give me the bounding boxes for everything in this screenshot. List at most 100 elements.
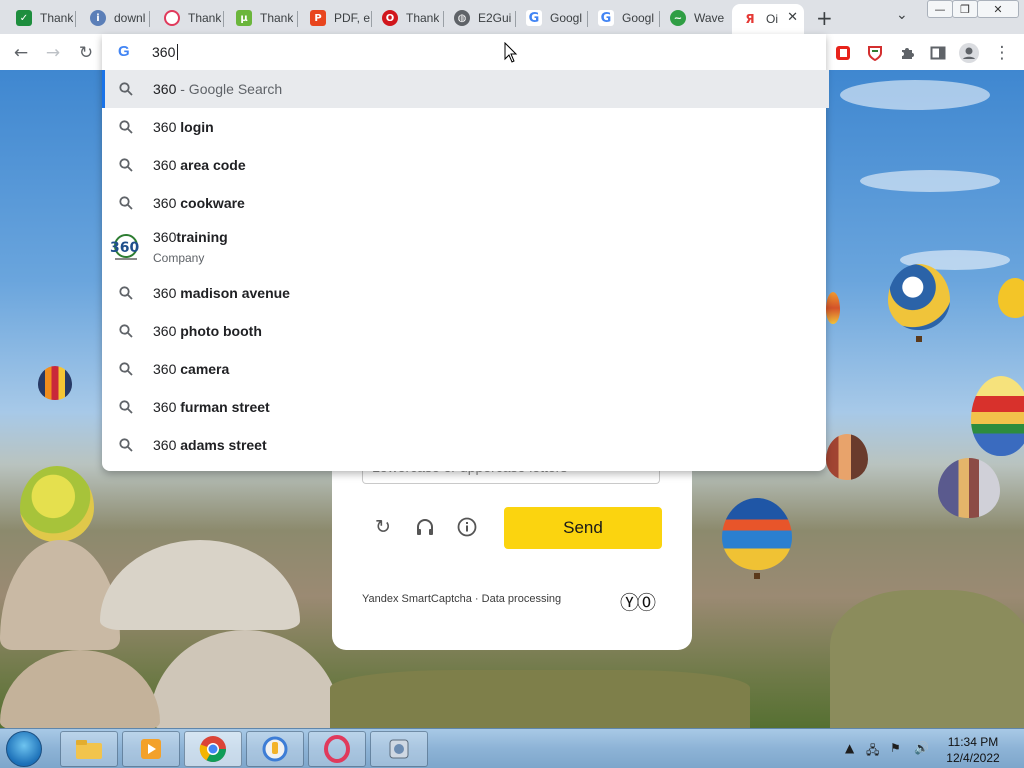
google-icon: G xyxy=(598,10,614,26)
browser-tab[interactable]: ✓ Thank xyxy=(6,4,76,32)
tab-title: Thank xyxy=(406,11,440,25)
system-clock[interactable]: 11:34 PM 12/4/2022 xyxy=(942,734,1004,766)
extension-red-icon[interactable] xyxy=(832,42,854,64)
media-player-taskbar-button[interactable] xyxy=(122,731,180,767)
suggestion-row[interactable]: 360 madison avenue xyxy=(102,274,826,312)
opera-icon xyxy=(164,10,180,26)
chevron-down-icon[interactable]: ⌄ xyxy=(896,7,908,23)
clock-date: 12/4/2022 xyxy=(946,751,1000,765)
hot-air-balloon xyxy=(826,292,840,324)
file-explorer-taskbar-button[interactable] xyxy=(60,731,118,767)
clock-time: 11:34 PM xyxy=(947,735,999,749)
browser-tab[interactable]: µ Thank xyxy=(226,4,298,32)
wave-icon: ~ xyxy=(670,10,686,26)
search-icon xyxy=(119,82,133,96)
minimize-button[interactable]: — xyxy=(927,0,953,18)
cloud xyxy=(840,80,990,110)
google-icon: G xyxy=(118,43,130,60)
network-icon[interactable]: 🖧 xyxy=(866,741,879,762)
show-hidden-icons-icon[interactable]: ▲ xyxy=(845,741,854,755)
tab-title: Oi xyxy=(766,12,778,26)
start-button[interactable] xyxy=(6,731,42,767)
extension-shield-icon[interactable] xyxy=(864,42,886,64)
profile-avatar-icon[interactable] xyxy=(958,42,980,64)
hot-air-balloon xyxy=(888,264,950,330)
search-icon xyxy=(119,158,133,172)
browser-tab[interactable]: G Googl xyxy=(588,4,660,32)
captcha-card: Lowercase or uppercase letters ↻ Send Ya… xyxy=(332,460,692,650)
address-bar-input[interactable]: 360 xyxy=(152,44,175,60)
hot-air-balloon xyxy=(998,278,1024,318)
reload-icon[interactable]: ↻ xyxy=(75,42,97,64)
browser-tab[interactable]: ◍ E2Gui xyxy=(444,4,516,32)
volume-icon[interactable]: 🔊 xyxy=(914,741,929,755)
search-icon xyxy=(119,324,133,338)
refresh-icon[interactable]: ↻ xyxy=(372,516,394,538)
browser-tab[interactable]: G Googl xyxy=(516,4,588,32)
captcha-brand: Yandex SmartCaptcha xyxy=(362,593,472,605)
restore-button[interactable]: ❐ xyxy=(952,0,978,18)
google-icon: G xyxy=(526,10,542,26)
hot-air-balloon xyxy=(971,376,1024,456)
suggestion-row[interactable]: 360 furman street xyxy=(102,388,826,426)
suggestion-text: 360 adams street xyxy=(153,437,267,453)
globe-icon: ◍ xyxy=(454,10,470,26)
suggestion-text: 360 furman street xyxy=(153,399,270,415)
new-tab-button[interactable]: + xyxy=(816,6,833,30)
search-icon xyxy=(119,362,133,376)
address-bar[interactable]: G 360 xyxy=(102,34,826,70)
side-panel-icon[interactable] xyxy=(927,42,949,64)
forward-arrow-icon[interactable]: → xyxy=(42,42,64,64)
rock-formation xyxy=(150,630,340,728)
entity-subtitle: Company xyxy=(153,251,205,265)
close-window-button[interactable]: ✕ xyxy=(977,0,1019,18)
headphones-icon[interactable] xyxy=(414,516,436,538)
info-icon[interactable] xyxy=(456,516,478,538)
close-tab-icon[interactable]: ✕ xyxy=(787,10,798,25)
suggestion-row[interactable]: 360 photo booth xyxy=(102,312,826,350)
tab-title: downl xyxy=(114,11,146,25)
chrome-taskbar-button[interactable] xyxy=(184,731,242,767)
suggestion-row[interactable]: 360 cookware xyxy=(102,184,826,222)
settings-app-taskbar-button[interactable] xyxy=(370,731,428,767)
data-processing-link[interactable]: Data processing xyxy=(482,593,562,605)
browser-tab[interactable]: ~ Wave xyxy=(660,4,732,32)
back-arrow-icon[interactable]: ← xyxy=(10,42,32,64)
opera-taskbar-button[interactable] xyxy=(308,731,366,767)
suggestion-entity[interactable]: 360 360training Company xyxy=(102,222,826,274)
tab-title: Thank xyxy=(40,11,74,25)
yandex-logo-icon: Ⓨ⓪ xyxy=(620,592,656,614)
puzzle-icon[interactable] xyxy=(896,42,918,64)
windows-taskbar: ▲ 🖧 ⚑ 🔊 11:34 PM 12/4/2022 xyxy=(0,728,1024,768)
suggestion-row[interactable]: 360 camera xyxy=(102,350,826,388)
pdf-icon: P xyxy=(310,10,326,26)
browser-tab[interactable]: P PDF, e xyxy=(300,4,372,32)
browser-tab-active[interactable]: Я Oi ✕ xyxy=(732,4,804,34)
suggestion-row[interactable]: 360 area code xyxy=(102,146,826,184)
app-taskbar-button[interactable] xyxy=(246,731,304,767)
tab-title: Googl xyxy=(550,11,583,25)
hot-air-balloon xyxy=(38,366,72,400)
search-icon xyxy=(119,400,133,414)
menu-dots-icon[interactable]: ⋮ xyxy=(991,42,1013,64)
suggestion-row[interactable]: 360 login xyxy=(102,108,826,146)
entity-title: 360training xyxy=(153,229,228,245)
action-center-flag-icon[interactable]: ⚑ xyxy=(890,741,901,755)
tab-title: PDF, e xyxy=(334,11,371,25)
hot-air-balloon xyxy=(722,498,792,570)
rock-formation xyxy=(100,540,300,630)
suggestion-search-row[interactable]: 360 - Google Search xyxy=(102,70,829,108)
browser-tab[interactable]: Thank xyxy=(154,4,224,32)
sheet-icon: ✓ xyxy=(16,10,32,26)
rock-formation xyxy=(0,650,160,728)
hillside xyxy=(830,590,1024,728)
suggestion-row[interactable]: 360 adams street xyxy=(102,426,826,464)
browser-tab[interactable]: i downl xyxy=(80,4,150,32)
tab-title: Googl xyxy=(622,11,655,25)
browser-tab[interactable]: O Thank xyxy=(372,4,444,32)
mouse-cursor-icon xyxy=(504,42,518,63)
search-icon xyxy=(119,120,133,134)
send-button[interactable]: Send xyxy=(504,507,662,549)
rock-formation xyxy=(0,540,120,650)
utorrent-icon: µ xyxy=(236,10,252,26)
